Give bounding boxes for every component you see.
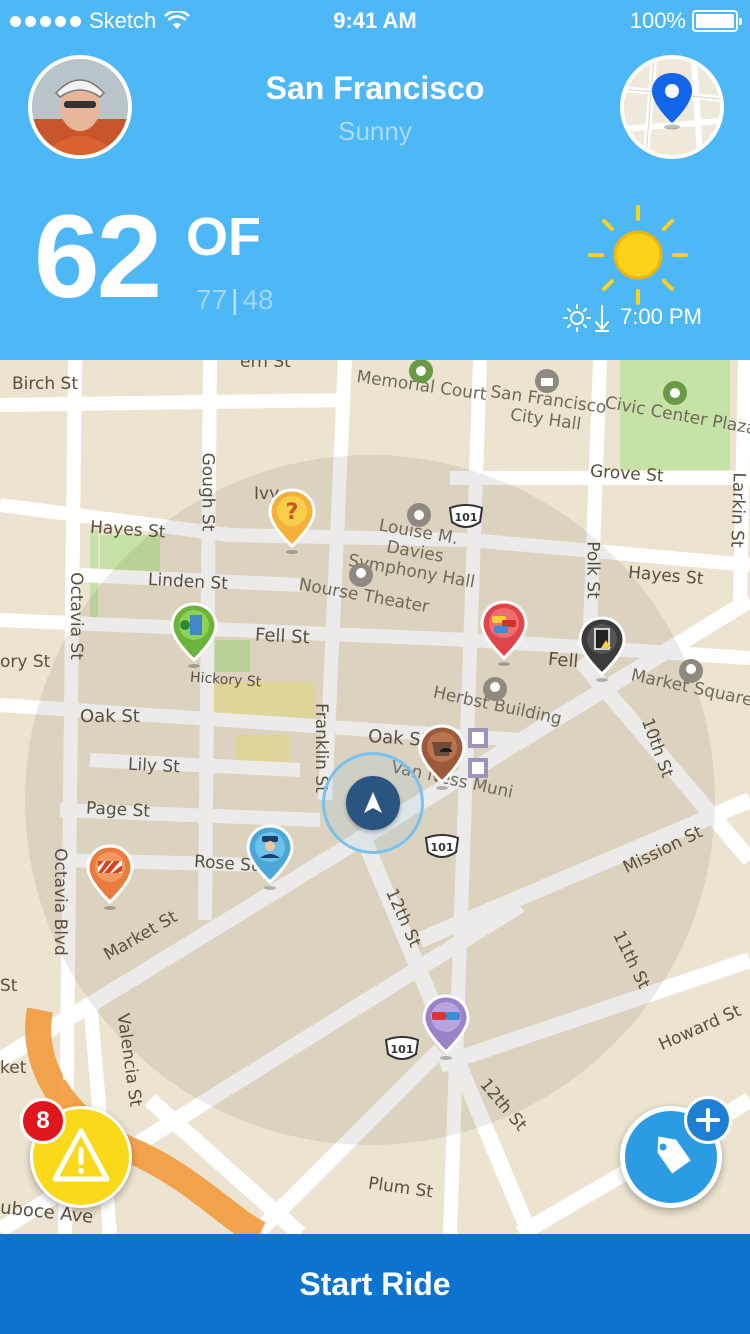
sunset-info: 7:00 PM xyxy=(562,302,702,332)
svg-text:?: ? xyxy=(286,500,299,525)
sunset-time: 7:00 PM xyxy=(620,304,702,329)
battery-group: 100% xyxy=(629,8,742,34)
street-label: Lily St xyxy=(127,754,181,778)
street-label: ket xyxy=(0,1058,27,1078)
highway-number: 101 xyxy=(431,841,454,854)
highway-shield-icon: 101 xyxy=(384,1036,420,1060)
street-label: Larkin St xyxy=(726,472,749,548)
park-icon xyxy=(663,381,687,405)
highway-number: 101 xyxy=(391,1043,414,1056)
street-label: Oak St xyxy=(80,706,140,727)
sunset-icon xyxy=(563,304,609,332)
poi-icon xyxy=(409,360,433,383)
city-hall-icon xyxy=(535,369,559,393)
start-ride-button[interactable]: Start Ride xyxy=(0,1234,750,1334)
road-work-pin[interactable] xyxy=(86,844,134,914)
street-label: Linden St xyxy=(147,569,229,595)
construction-building-pin[interactable] xyxy=(170,602,218,672)
sun-icon xyxy=(588,205,688,305)
accident-pin[interactable] xyxy=(422,994,470,1064)
street-label: Fell St xyxy=(254,624,311,649)
transit-icon xyxy=(468,758,488,778)
street-label: St xyxy=(0,976,18,996)
unknown-report-pin[interactable]: ? xyxy=(268,488,316,558)
plus-icon[interactable] xyxy=(684,1096,732,1144)
map-pin-icon xyxy=(624,59,720,155)
low-temp: 48 xyxy=(242,284,274,315)
construction-pin[interactable] xyxy=(418,724,466,794)
place-marker-icon xyxy=(483,677,507,701)
status-bar: Sketch 9:41 AM 100% xyxy=(0,0,750,40)
map-thumbnail-button[interactable] xyxy=(620,55,724,159)
police-pin[interactable] xyxy=(246,824,294,894)
highway-number: 101 xyxy=(455,511,478,524)
navigation-arrow-icon xyxy=(364,792,382,813)
weather-header: San Francisco Sunny 62 OF 77 | 48 7:00 P… xyxy=(0,40,750,360)
street-label: Gough St xyxy=(197,452,218,532)
battery-percent: 100% xyxy=(629,8,686,33)
road-closure-pin[interactable] xyxy=(578,616,626,686)
place-marker-icon xyxy=(679,659,703,683)
street-label: Fell xyxy=(547,648,580,673)
battery-icon xyxy=(692,10,742,32)
temperature-value: 62 xyxy=(34,191,162,323)
highway-shield-icon: 101 xyxy=(448,504,484,528)
street-label: Birch St xyxy=(12,374,78,394)
high-low: 77 | 48 xyxy=(196,284,274,315)
street-label: ern St xyxy=(240,360,291,372)
street-label: Page St xyxy=(85,798,151,822)
street-label: Octavia Blvd xyxy=(49,848,70,956)
street-label: Octavia St xyxy=(65,572,86,660)
traffic-jam-pin[interactable] xyxy=(480,600,528,670)
street-label: Polk St xyxy=(582,541,603,599)
street-label: ory St xyxy=(0,652,51,672)
high-temp: 77 xyxy=(196,284,228,315)
map-view[interactable]: Birch St ern St Hayes St Hayes St Linden… xyxy=(0,360,750,1234)
place-marker-icon xyxy=(349,563,373,587)
alert-count-badge: 8 xyxy=(20,1098,66,1144)
transit-icon xyxy=(468,728,488,748)
current-location-button[interactable] xyxy=(346,776,400,830)
theater-icon xyxy=(407,503,431,527)
highway-shield-icon: 101 xyxy=(424,834,460,858)
temperature-unit: OF xyxy=(186,207,261,267)
